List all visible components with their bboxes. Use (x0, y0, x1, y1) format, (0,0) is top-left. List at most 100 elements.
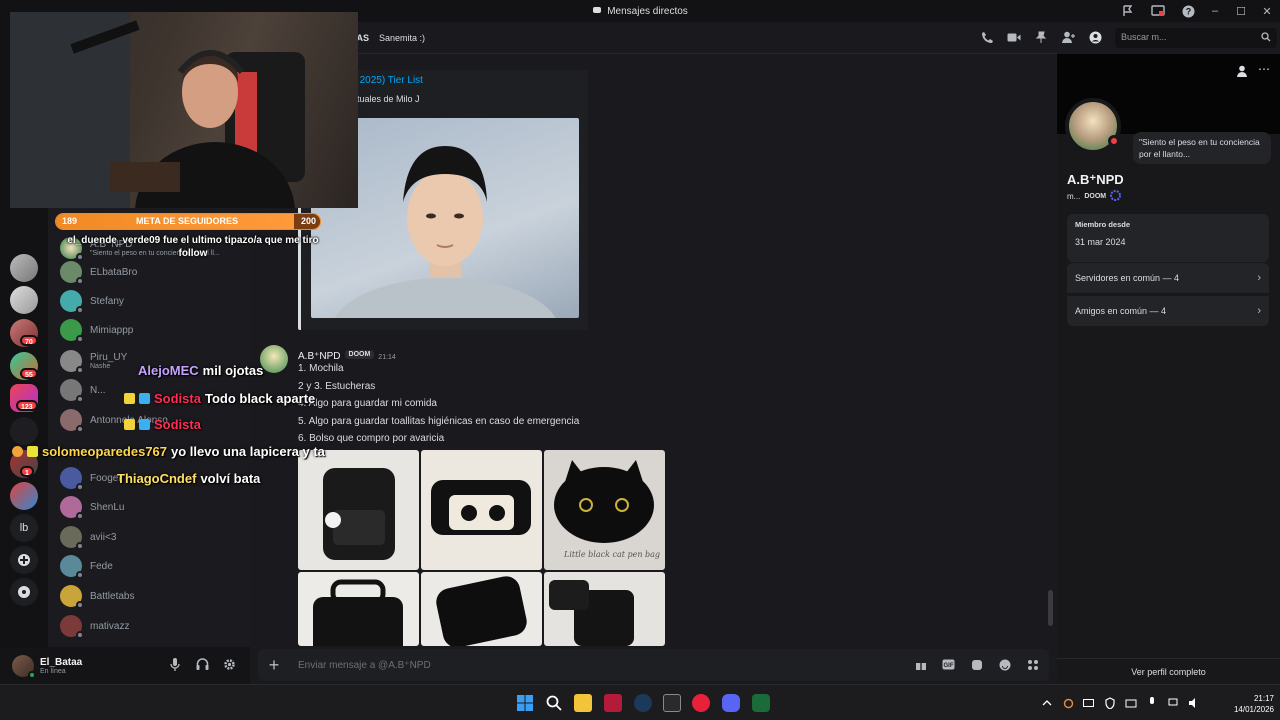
server-icon[interactable] (10, 286, 38, 314)
dm-item[interactable]: avii<3 (56, 523, 242, 551)
chat-user: ThiagoCndef (117, 471, 197, 486)
search-input[interactable]: Buscar m... (1115, 28, 1277, 48)
taskbar: 21:17 14/01/2026 (0, 684, 1280, 720)
dm-name: Mimiappp (90, 324, 134, 336)
chat-user: AlejoMEC (138, 363, 199, 378)
add-server-button[interactable] (10, 546, 38, 574)
dm-name: avii<3 (90, 531, 117, 543)
apps-icon[interactable] (1026, 658, 1039, 671)
message-line: 6. Bolso que compro por avaricia (298, 433, 445, 444)
gear-icon[interactable] (222, 657, 236, 671)
photo-pouch[interactable] (421, 572, 542, 646)
profile-avatar[interactable] (1065, 98, 1121, 154)
profile-username: m... (1067, 192, 1081, 201)
user-profile-icon[interactable] (1088, 30, 1102, 44)
server-icon[interactable] (10, 254, 38, 282)
add-friend-icon[interactable] (1061, 30, 1075, 44)
pin-icon[interactable] (1034, 30, 1048, 44)
server-text-icon[interactable]: lb (10, 514, 38, 542)
dm-item[interactable]: Battletabs (56, 582, 242, 610)
stream-chat-line: Sodista (124, 417, 201, 432)
header-tab[interactable]: Sanemita :) (379, 33, 425, 43)
photo-caption: Little black cat pen bag (564, 550, 661, 559)
stream-icon[interactable] (1150, 3, 1166, 19)
mutual-servers-row[interactable]: Servidores en común — 4 › (1067, 263, 1269, 293)
gif-icon[interactable]: GIF (942, 658, 955, 671)
flag-icon[interactable] (1120, 3, 1136, 19)
photo-backpack[interactable] (298, 450, 419, 570)
dm-item[interactable]: ShenLu (56, 493, 242, 521)
member-since-card: Miembro desde 31 mar 2024 (1067, 214, 1269, 262)
more-icon[interactable]: ⋯ (1258, 62, 1270, 76)
network-icon[interactable] (1125, 697, 1137, 709)
dm-status: Nashe (90, 363, 111, 370)
mutual-friends-row[interactable]: Amigos en común — 4 › (1067, 296, 1269, 326)
avatar[interactable] (260, 345, 288, 373)
photo-lunch-bag[interactable] (298, 572, 419, 646)
photo-cat-pen-bag[interactable]: Little black cat pen bag (544, 450, 665, 570)
headphones-icon[interactable] (195, 657, 209, 671)
dm-item[interactable]: Stefany (56, 287, 242, 315)
dm-name: mativazz (90, 620, 130, 632)
windows-start-icon[interactable] (516, 694, 534, 712)
chat-badge-icon (124, 419, 135, 430)
server-icon[interactable] (10, 417, 38, 445)
stream-chat-line: AlejoMEC mil ojotas (138, 363, 263, 378)
mention-badge: 70 (20, 335, 38, 346)
discord-icon[interactable] (722, 694, 740, 712)
volume-icon[interactable] (1188, 697, 1200, 709)
emoji-icon[interactable] (998, 658, 1011, 671)
phone-icon[interactable] (980, 30, 994, 44)
server-icon[interactable] (10, 482, 38, 510)
shield-icon[interactable] (1104, 697, 1116, 709)
dm-item[interactable]: ELbataBro (56, 258, 242, 286)
epic-games-icon[interactable] (663, 694, 681, 712)
app-icon[interactable] (752, 694, 770, 712)
composer-input[interactable]: Enviar mensaje a @A.B⁺NPD (298, 660, 431, 671)
discover-icon[interactable] (10, 578, 38, 606)
clock[interactable]: 21:17 14/01/2026 (1234, 693, 1274, 715)
avatar (60, 350, 84, 374)
chat-badge-icon (12, 446, 23, 457)
scrollbar[interactable] (1048, 590, 1053, 626)
search-icon[interactable] (545, 694, 563, 712)
gift-icon[interactable] (914, 658, 927, 671)
help-icon[interactable]: ? (1180, 3, 1196, 19)
member-since-label: Miembro desde (1075, 220, 1131, 229)
media-player-icon[interactable] (692, 694, 710, 712)
add-attachment-button[interactable]: + (258, 655, 290, 676)
dm-item[interactable]: Fede (56, 552, 242, 580)
stream-chat-line: ThiagoCndef volví bata (117, 471, 260, 486)
avatar[interactable] (12, 654, 36, 679)
video-call-icon[interactable] (1007, 30, 1021, 44)
app-icon[interactable] (604, 694, 622, 712)
close-button[interactable]: ✕ (1254, 5, 1280, 18)
chevron-up-icon[interactable] (1041, 697, 1053, 709)
battery-icon[interactable] (1083, 697, 1095, 709)
microphone-icon[interactable] (1146, 697, 1158, 709)
sticker-icon[interactable] (970, 658, 983, 671)
clock-date: 14/01/2026 (1233, 705, 1274, 714)
dm-item[interactable]: Mimiappp (56, 316, 242, 344)
file-explorer-icon[interactable] (574, 694, 592, 712)
clock-time: 21:17 (1253, 694, 1274, 703)
ethernet-icon[interactable] (1167, 697, 1179, 709)
photo-pencil-case[interactable] (421, 450, 542, 570)
view-full-profile-button[interactable]: Ver perfil completo (1057, 658, 1280, 684)
sync-icon[interactable] (1062, 697, 1074, 709)
friend-icon[interactable] (1236, 64, 1248, 82)
message-composer[interactable]: + Enviar mensaje a @A.B⁺NPD GIF (258, 649, 1049, 681)
photo-handbag[interactable] (544, 572, 665, 646)
avatar (60, 555, 84, 579)
minimize-button[interactable]: – (1202, 5, 1228, 17)
steam-icon[interactable] (634, 694, 652, 712)
maximize-button[interactable]: ☐ (1228, 5, 1254, 18)
avatar (60, 526, 84, 550)
chat-badge-icon (139, 419, 150, 430)
avatar (60, 467, 84, 491)
microphone-icon[interactable] (168, 657, 182, 671)
goal-label: META DE SEGUIDORES (136, 216, 239, 226)
profile-panel: ⋯ "Siento el peso en tu conciencia por e… (1057, 54, 1280, 684)
member-since-value: 31 mar 2024 (1075, 237, 1126, 247)
dm-item[interactable]: mativazz (56, 612, 242, 640)
